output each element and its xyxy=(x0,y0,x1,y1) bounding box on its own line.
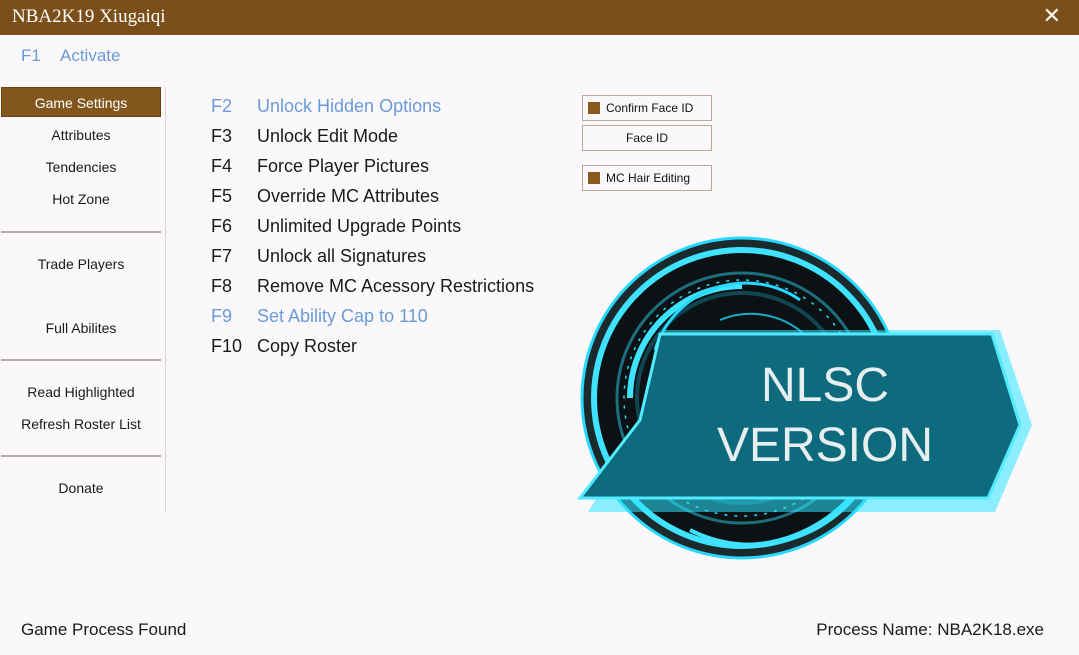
activate-option[interactable]: F1 Activate xyxy=(21,46,120,66)
checkbox-indicator xyxy=(588,102,600,114)
option-force-player-pictures[interactable]: F4 Force Player Pictures xyxy=(211,156,429,177)
option-label: Copy Roster xyxy=(257,336,358,356)
option-unlock-edit-mode[interactable]: F3 Unlock Edit Mode xyxy=(211,126,398,147)
checkbox-indicator xyxy=(588,172,600,184)
option-label: Remove MC Acessory Restrictions xyxy=(257,276,535,296)
option-override-mc-attributes[interactable]: F5 Override MC Attributes xyxy=(211,186,439,207)
option-label: Unlimited Upgrade Points xyxy=(257,216,462,236)
sidebar-item-trade-players[interactable]: Trade Players xyxy=(1,249,161,279)
logo-text-nlsc: NLSC xyxy=(760,359,890,412)
option-copy-roster[interactable]: F10 Copy Roster xyxy=(211,336,357,357)
sidebar-item-full-abilites[interactable]: Full Abilites xyxy=(1,313,161,343)
sidebar-divider xyxy=(1,359,161,361)
option-key: F3 xyxy=(211,126,233,146)
title-bar: NBA2K19 Xiugaiqi ✕ xyxy=(0,0,1079,35)
option-unlock-all-signatures[interactable]: F7 Unlock all Signatures xyxy=(211,246,426,267)
sidebar-item-tendencies[interactable]: Tendencies xyxy=(1,152,161,182)
mc-hair-editing-checkbox[interactable]: MC Hair Editing xyxy=(582,165,712,191)
nlsc-version-logo: NLSC VERSION xyxy=(570,230,1040,575)
option-label: Override MC Attributes xyxy=(257,186,440,206)
face-id-label: Face ID xyxy=(625,131,668,145)
option-key: F4 xyxy=(211,156,233,176)
sidebar-item-refresh-roster-list[interactable]: Refresh Roster List xyxy=(1,409,161,439)
option-label: Unlock Edit Mode xyxy=(257,126,399,146)
process-name-status: Process Name: NBA2K18.exe xyxy=(816,620,1044,639)
option-unlock-hidden-options[interactable]: F2 Unlock Hidden Options xyxy=(211,96,441,117)
option-key: F7 xyxy=(211,246,233,266)
option-key: F9 xyxy=(211,306,233,326)
sidebar-item-attributes[interactable]: Attributes xyxy=(1,120,161,150)
option-key: F5 xyxy=(211,186,233,206)
option-remove-mc-accessory-restrictions[interactable]: F8 Remove MC Acessory Restrictions xyxy=(211,276,534,297)
activate-label: Activate xyxy=(60,46,121,65)
sidebar-item-donate[interactable]: Donate xyxy=(1,473,161,503)
close-icon[interactable]: ✕ xyxy=(1043,4,1061,28)
option-key: F6 xyxy=(211,216,233,236)
sidebar-item-read-highlighted[interactable]: Read Highlighted xyxy=(1,377,161,407)
face-id-button[interactable]: Face ID xyxy=(582,125,712,151)
option-label: Unlock Hidden Options xyxy=(257,96,442,116)
activate-key: F1 xyxy=(21,46,41,65)
option-key: F10 xyxy=(211,336,243,356)
sidebar-divider xyxy=(1,455,161,457)
sidebar-divider xyxy=(1,231,161,233)
game-process-status: Game Process Found xyxy=(21,620,187,639)
option-unlimited-upgrade-points[interactable]: F6 Unlimited Upgrade Points xyxy=(211,216,461,237)
option-key: F8 xyxy=(211,276,233,296)
option-set-ability-cap[interactable]: F9 Set Ability Cap to 110 xyxy=(211,306,428,327)
confirm-face-id-label: Confirm Face ID xyxy=(606,101,694,115)
option-label: Unlock all Signatures xyxy=(257,246,427,266)
sidebar: Game Settings Attributes Tendencies Hot … xyxy=(0,87,166,513)
option-key: F2 xyxy=(211,96,233,116)
option-label: Set Ability Cap to 110 xyxy=(257,306,428,326)
sidebar-item-game-settings[interactable]: Game Settings xyxy=(1,87,161,117)
logo-text-version: VERSION xyxy=(716,419,934,472)
window-title: NBA2K19 Xiugaiqi xyxy=(12,6,166,27)
mc-hair-editing-label: MC Hair Editing xyxy=(606,171,691,185)
option-label: Force Player Pictures xyxy=(257,156,430,176)
sidebar-item-hot-zone[interactable]: Hot Zone xyxy=(1,184,161,214)
confirm-face-id-checkbox[interactable]: Confirm Face ID xyxy=(582,95,712,121)
